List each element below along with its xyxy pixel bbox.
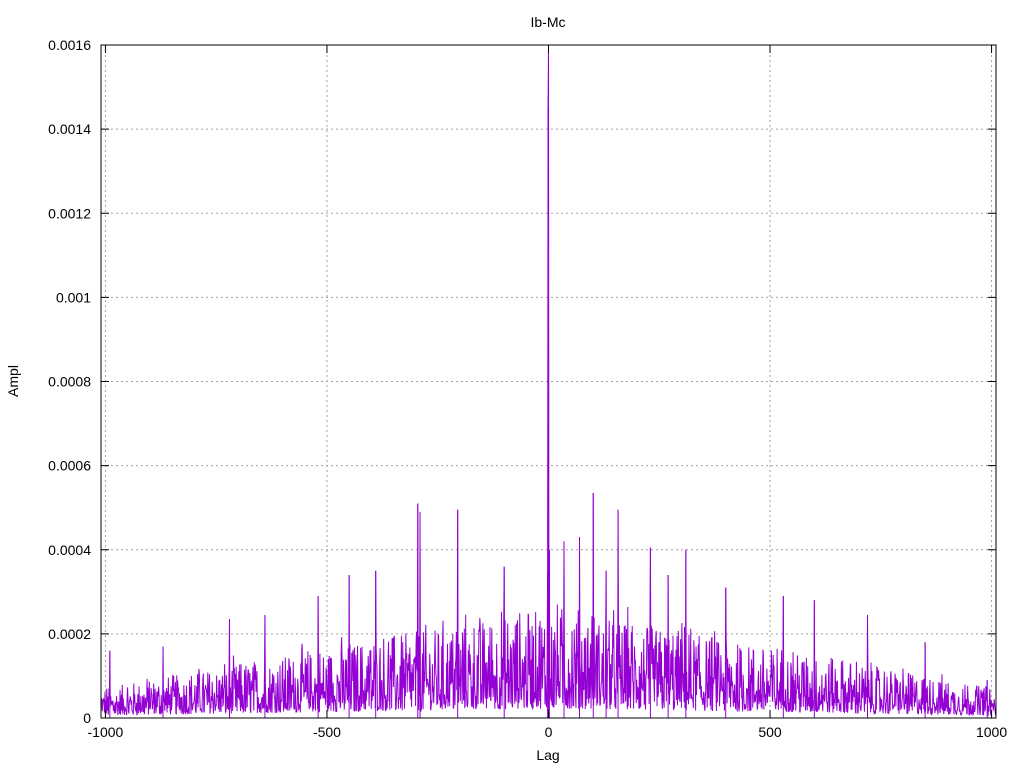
y-tick-label: 0.001 bbox=[56, 289, 91, 305]
chart-title: Ib-Mc bbox=[531, 14, 566, 30]
y-tick-label: 0.0008 bbox=[48, 374, 91, 390]
y-tick-label: 0.0004 bbox=[48, 542, 91, 558]
y-axis-label: Ampl bbox=[5, 365, 21, 397]
x-axis-label: Lag bbox=[536, 747, 559, 763]
y-tick-label: 0.0016 bbox=[48, 37, 91, 53]
y-tick-label: 0.0006 bbox=[48, 458, 91, 474]
x-tick-label: -500 bbox=[313, 724, 341, 740]
chart: -1000 -500 0 500 1000 0 0.0002 0.0004 0.0006 0.00… bbox=[5, 14, 1007, 763]
y-tick-label: 0.0012 bbox=[48, 205, 91, 221]
x-tick-label: -1000 bbox=[88, 724, 124, 740]
x-tick-label: 0 bbox=[545, 724, 553, 740]
x-tick-label: 1000 bbox=[976, 724, 1007, 740]
x-tick-label: 500 bbox=[758, 724, 782, 740]
y-tick-label: 0 bbox=[83, 710, 91, 726]
y-tick-label: 0.0014 bbox=[48, 121, 91, 137]
y-tick-label: 0.0002 bbox=[48, 626, 91, 642]
